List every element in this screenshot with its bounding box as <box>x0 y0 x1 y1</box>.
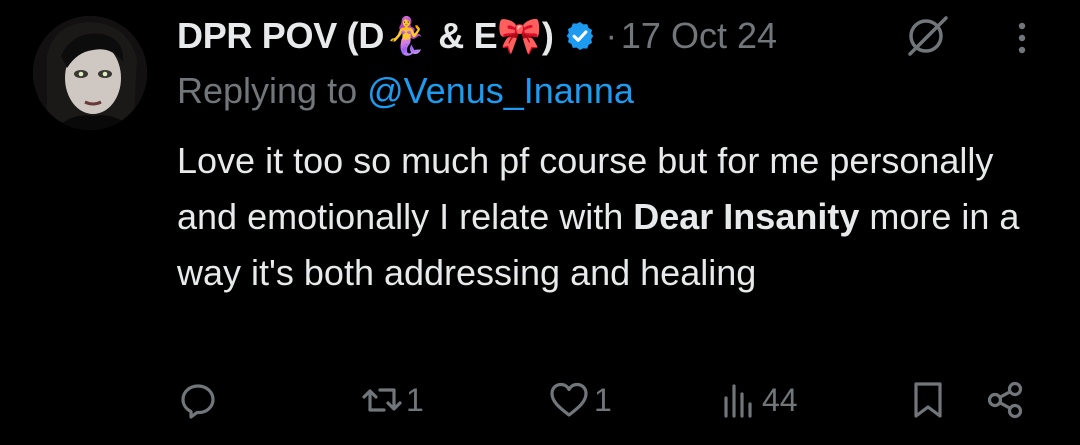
replying-handle-link[interactable]: @Venus_Inanna <box>367 70 634 111</box>
repost-button[interactable]: 1 <box>362 370 424 430</box>
grok-icon[interactable] <box>904 14 952 58</box>
more-options-icon[interactable] <box>1008 18 1036 58</box>
replying-prefix: Replying to <box>177 70 368 111</box>
timestamp[interactable]: 17 Oct 24 <box>621 15 777 57</box>
verified-badge-icon <box>564 20 596 52</box>
separator-dot: · <box>605 16 617 55</box>
share-button[interactable] <box>985 370 1027 430</box>
reply-icon <box>181 384 215 419</box>
like-count: 1 <box>594 381 612 418</box>
views-button[interactable]: 44 <box>722 370 798 430</box>
views-count: 44 <box>762 381 798 418</box>
replying-to: Replying to @Venus_Inanna <box>177 70 634 112</box>
like-button[interactable]: 1 <box>548 370 612 430</box>
repost-count: 1 <box>406 381 424 418</box>
heart-icon <box>550 382 588 417</box>
tweet-text: Love it too so much pf course but for me… <box>177 133 1057 301</box>
tweet-text-bold: Dear Insanity <box>633 196 860 237</box>
display-name[interactable]: DPR POV (D🧜‍♀️ & E🎀) <box>177 15 554 57</box>
reply-button[interactable] <box>178 370 222 430</box>
share-icon <box>987 381 1023 419</box>
avatar[interactable] <box>33 16 147 130</box>
tweet-header: DPR POV (D🧜‍♀️ & E🎀) · 17 Oct 24 <box>177 14 777 58</box>
action-bar: 1 1 44 <box>0 370 1080 430</box>
views-icon <box>724 384 752 418</box>
repost-icon <box>362 388 402 412</box>
bookmark-icon <box>914 382 942 418</box>
bookmark-button[interactable] <box>910 370 946 430</box>
avatar-image <box>33 16 147 130</box>
